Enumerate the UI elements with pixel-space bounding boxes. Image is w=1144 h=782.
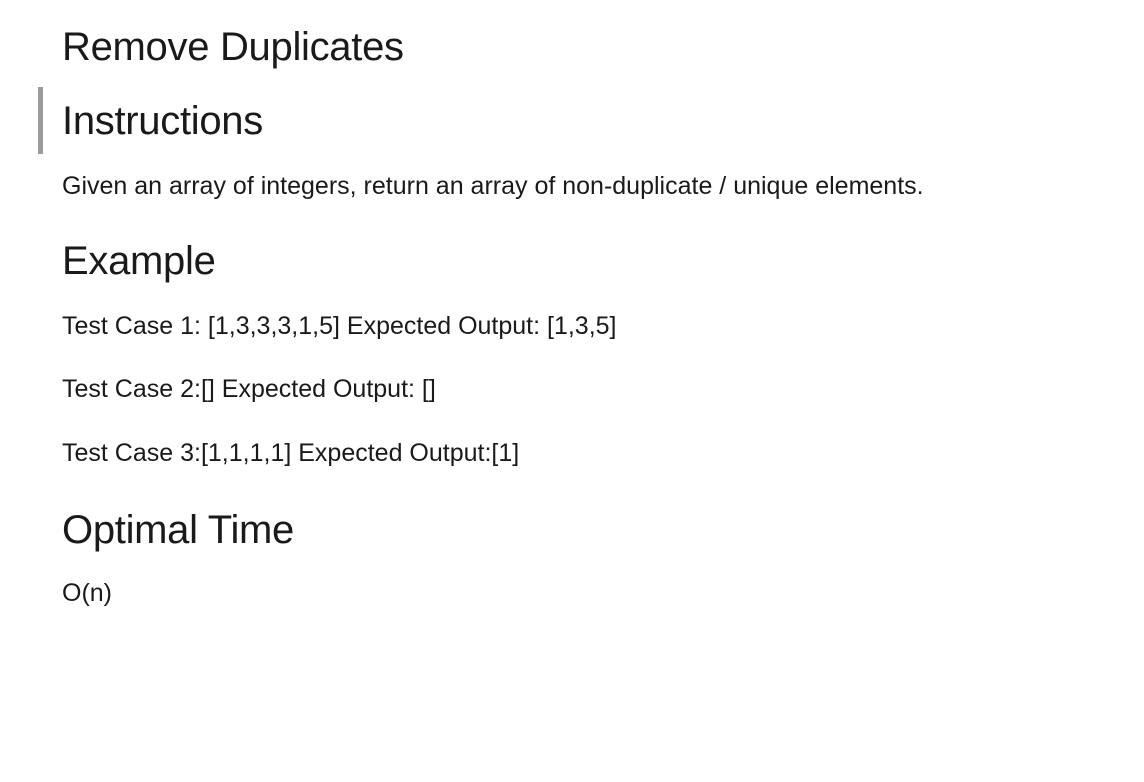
optimal-time-heading: Optimal Time [62, 508, 295, 552]
instructions-text: Given an array of integers, return an ar… [62, 172, 924, 200]
active-cell-marker[interactable] [38, 87, 43, 154]
page-title: Remove Duplicates [62, 25, 404, 69]
example-heading: Example [62, 239, 216, 283]
instructions-heading: Instructions [62, 99, 263, 143]
test-case-3: Test Case 3:[1,1,1,1] Expected Output:[1… [62, 439, 520, 467]
notebook-page: Remove Duplicates Instructions Given an … [0, 0, 1144, 782]
optimal-time-value: O(n) [62, 579, 112, 607]
test-case-2: Test Case 2:[] Expected Output: [] [62, 375, 436, 403]
test-case-1: Test Case 1: [1,3,3,3,1,5] Expected Outp… [62, 312, 617, 340]
